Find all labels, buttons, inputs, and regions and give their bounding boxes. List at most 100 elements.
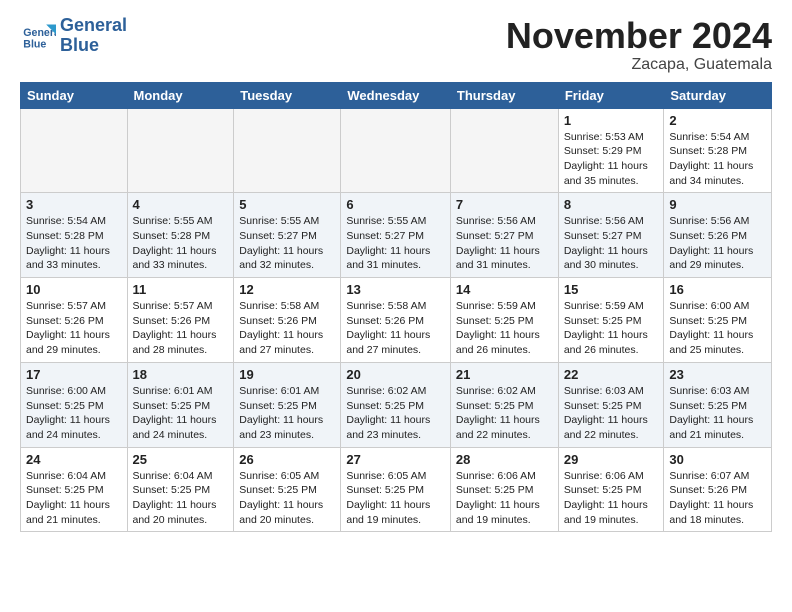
day-info: Sunrise: 5:53 AMSunset: 5:29 PMDaylight:… (564, 130, 659, 189)
weekday-header-friday: Friday (558, 82, 664, 108)
day-number: 21 (456, 367, 553, 382)
calendar-cell: 13 Sunrise: 5:58 AMSunset: 5:26 PMDayligh… (341, 278, 451, 363)
day-number: 19 (239, 367, 335, 382)
calendar-cell: 27 Sunrise: 6:05 AMSunset: 5:25 PMDayligh… (341, 447, 451, 532)
day-number: 6 (346, 197, 445, 212)
day-number: 24 (26, 452, 122, 467)
calendar-cell: 23 Sunrise: 6:03 AMSunset: 5:25 PMDayligh… (664, 362, 772, 447)
calendar-cell: 9 Sunrise: 5:56 AMSunset: 5:26 PMDaylight… (664, 193, 772, 278)
day-info: Sunrise: 5:56 AMSunset: 5:26 PMDaylight:… (669, 214, 766, 273)
calendar-cell: 1Sunrise: 5:53 AMSunset: 5:29 PMDaylight… (558, 108, 664, 193)
day-info: Sunrise: 6:06 AMSunset: 5:25 PMDaylight:… (564, 469, 659, 528)
day-number: 5 (239, 197, 335, 212)
day-info: Sunrise: 6:03 AMSunset: 5:25 PMDaylight:… (669, 384, 766, 443)
day-info: Sunrise: 6:04 AMSunset: 5:25 PMDaylight:… (26, 469, 122, 528)
day-number: 2 (669, 113, 766, 128)
page: General Blue General Blue November 2024 … (0, 0, 792, 548)
day-info: Sunrise: 6:01 AMSunset: 5:25 PMDaylight:… (133, 384, 229, 443)
day-info: Sunrise: 5:58 AMSunset: 5:26 PMDaylight:… (239, 299, 335, 358)
day-info: Sunrise: 6:02 AMSunset: 5:25 PMDaylight:… (456, 384, 553, 443)
day-info: Sunrise: 6:06 AMSunset: 5:25 PMDaylight:… (456, 469, 553, 528)
day-info: Sunrise: 5:55 AMSunset: 5:28 PMDaylight:… (133, 214, 229, 273)
calendar-cell: 12 Sunrise: 5:58 AMSunset: 5:26 PMDayligh… (234, 278, 341, 363)
day-number: 8 (564, 197, 659, 212)
day-number: 28 (456, 452, 553, 467)
calendar-cell: 30 Sunrise: 6:07 AMSunset: 5:26 PMDayligh… (664, 447, 772, 532)
day-number: 29 (564, 452, 659, 467)
weekday-header-sunday: Sunday (21, 82, 128, 108)
calendar-week-row: 24 Sunrise: 6:04 AMSunset: 5:25 PMDayligh… (21, 447, 772, 532)
day-number: 26 (239, 452, 335, 467)
calendar-cell: 16 Sunrise: 6:00 AMSunset: 5:25 PMDayligh… (664, 278, 772, 363)
day-info: Sunrise: 6:03 AMSunset: 5:25 PMDaylight:… (564, 384, 659, 443)
day-info: Sunrise: 5:57 AMSunset: 5:26 PMDaylight:… (26, 299, 122, 358)
day-number: 25 (133, 452, 229, 467)
generalblue-logo-icon: General Blue (20, 18, 56, 54)
calendar-cell: 22 Sunrise: 6:03 AMSunset: 5:25 PMDayligh… (558, 362, 664, 447)
calendar-cell: 21 Sunrise: 6:02 AMSunset: 5:25 PMDayligh… (450, 362, 558, 447)
day-number: 9 (669, 197, 766, 212)
logo-area: General Blue General Blue (20, 16, 127, 56)
day-number: 20 (346, 367, 445, 382)
day-info: Sunrise: 6:07 AMSunset: 5:26 PMDaylight:… (669, 469, 766, 528)
day-number: 15 (564, 282, 659, 297)
calendar-cell: 26 Sunrise: 6:05 AMSunset: 5:25 PMDayligh… (234, 447, 341, 532)
weekday-header-thursday: Thursday (450, 82, 558, 108)
day-number: 13 (346, 282, 445, 297)
weekday-header-saturday: Saturday (664, 82, 772, 108)
day-number: 12 (239, 282, 335, 297)
calendar-week-row: 1Sunrise: 5:53 AMSunset: 5:29 PMDaylight… (21, 108, 772, 193)
day-info: Sunrise: 5:57 AMSunset: 5:26 PMDaylight:… (133, 299, 229, 358)
day-info: Sunrise: 6:04 AMSunset: 5:25 PMDaylight:… (133, 469, 229, 528)
header: General Blue General Blue November 2024 … (20, 16, 772, 74)
logo-text: General Blue (60, 16, 127, 56)
weekday-header-row: SundayMondayTuesdayWednesdayThursdayFrid… (21, 82, 772, 108)
calendar-cell: 10 Sunrise: 5:57 AMSunset: 5:26 PMDayligh… (21, 278, 128, 363)
calendar-week-row: 10 Sunrise: 5:57 AMSunset: 5:26 PMDayligh… (21, 278, 772, 363)
calendar-cell: 4 Sunrise: 5:55 AMSunset: 5:28 PMDaylight… (127, 193, 234, 278)
day-number: 10 (26, 282, 122, 297)
calendar-cell: 3 Sunrise: 5:54 AMSunset: 5:28 PMDaylight… (21, 193, 128, 278)
day-number: 27 (346, 452, 445, 467)
day-info: Sunrise: 5:59 AMSunset: 5:25 PMDaylight:… (456, 299, 553, 358)
day-info: Sunrise: 5:55 AMSunset: 5:27 PMDaylight:… (346, 214, 445, 273)
day-number: 30 (669, 452, 766, 467)
day-info: Sunrise: 6:02 AMSunset: 5:25 PMDaylight:… (346, 384, 445, 443)
day-info: Sunrise: 6:00 AMSunset: 5:25 PMDaylight:… (669, 299, 766, 358)
weekday-header-wednesday: Wednesday (341, 82, 451, 108)
day-number: 3 (26, 197, 122, 212)
calendar-cell: 17Sunrise: 6:00 AMSunset: 5:25 PMDayligh… (21, 362, 128, 447)
calendar-cell (234, 108, 341, 193)
calendar-cell: 24 Sunrise: 6:04 AMSunset: 5:25 PMDayligh… (21, 447, 128, 532)
calendar-cell (127, 108, 234, 193)
day-info: Sunrise: 6:05 AMSunset: 5:25 PMDaylight:… (239, 469, 335, 528)
day-number: 16 (669, 282, 766, 297)
calendar-week-row: 3 Sunrise: 5:54 AMSunset: 5:28 PMDaylight… (21, 193, 772, 278)
day-number: 4 (133, 197, 229, 212)
day-info: Sunrise: 5:58 AMSunset: 5:26 PMDaylight:… (346, 299, 445, 358)
day-info: Sunrise: 5:54 AMSunset: 5:28 PMDaylight:… (669, 130, 766, 189)
calendar-cell: 2 Sunrise: 5:54 AMSunset: 5:28 PMDaylight… (664, 108, 772, 193)
day-info: Sunrise: 5:59 AMSunset: 5:25 PMDaylight:… (564, 299, 659, 358)
day-info: Sunrise: 5:54 AMSunset: 5:28 PMDaylight:… (26, 214, 122, 273)
day-number: 23 (669, 367, 766, 382)
logo-line2: Blue (60, 36, 127, 56)
location: Zacapa, Guatemala (506, 56, 772, 74)
calendar-cell: 14Sunrise: 5:59 AMSunset: 5:25 PMDayligh… (450, 278, 558, 363)
calendar-cell: 19Sunrise: 6:01 AMSunset: 5:25 PMDayligh… (234, 362, 341, 447)
day-number: 22 (564, 367, 659, 382)
svg-text:Blue: Blue (23, 38, 46, 50)
calendar-cell (450, 108, 558, 193)
calendar-cell (341, 108, 451, 193)
calendar-cell: 20 Sunrise: 6:02 AMSunset: 5:25 PMDayligh… (341, 362, 451, 447)
calendar-cell: 6 Sunrise: 5:55 AMSunset: 5:27 PMDaylight… (341, 193, 451, 278)
day-info: Sunrise: 6:05 AMSunset: 5:25 PMDaylight:… (346, 469, 445, 528)
calendar-cell: 18Sunrise: 6:01 AMSunset: 5:25 PMDayligh… (127, 362, 234, 447)
calendar-cell: 25 Sunrise: 6:04 AMSunset: 5:25 PMDayligh… (127, 447, 234, 532)
day-number: 11 (133, 282, 229, 297)
calendar-cell: 5 Sunrise: 5:55 AMSunset: 5:27 PMDaylight… (234, 193, 341, 278)
day-info: Sunrise: 5:55 AMSunset: 5:27 PMDaylight:… (239, 214, 335, 273)
logo-line1: General (60, 16, 127, 36)
calendar-cell: 15 Sunrise: 5:59 AMSunset: 5:25 PMDayligh… (558, 278, 664, 363)
month-title: November 2024 (506, 16, 772, 56)
